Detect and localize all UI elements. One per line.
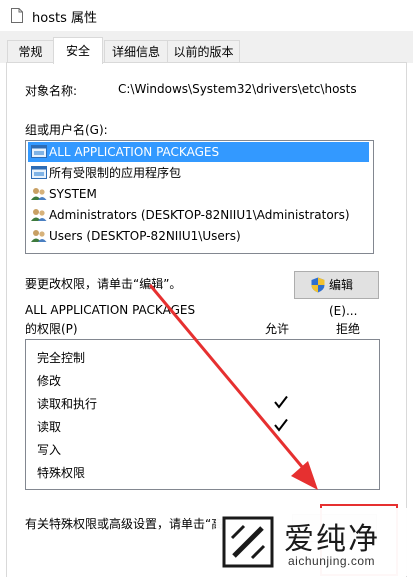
allow-read-execute-check-icon xyxy=(274,395,288,409)
allow-column-header: 允许 xyxy=(265,322,290,336)
watermark-logo-icon xyxy=(222,516,274,568)
app-packages-icon xyxy=(31,145,47,158)
permissions-header-line2: 的权限(P) xyxy=(25,322,78,336)
permission-modify: 修改 xyxy=(37,374,62,388)
permission-special: 特殊权限 xyxy=(37,466,86,480)
tab-general[interactable]: 常规 xyxy=(7,40,54,63)
users-icon xyxy=(31,188,47,200)
document-icon xyxy=(11,8,23,23)
tab-security[interactable]: 安全 xyxy=(53,37,103,64)
list-item-users[interactable]: Users (DESKTOP-82NIIU1\Users) xyxy=(28,226,369,246)
list-item-all-app-packages[interactable]: ALL APPLICATION PACKAGES xyxy=(28,142,369,162)
change-permissions-hint: 要更改权限，请单击“编辑”。 xyxy=(25,277,182,291)
object-name-label: 对象名称: xyxy=(25,84,78,98)
permission-read-execute: 读取和执行 xyxy=(37,397,98,411)
tab-strip: 常规 安全 详细信息 以前的版本 xyxy=(0,31,413,64)
tab-details[interactable]: 详细信息 xyxy=(104,40,168,63)
users-icon xyxy=(31,209,47,221)
permissions-header-line1: ALL APPLICATION PACKAGES xyxy=(25,303,196,317)
watermark-url: aichunjing.com xyxy=(288,554,376,568)
uac-shield-icon xyxy=(311,277,325,293)
object-name-value: C:\Windows\System32\drivers\etc\hosts xyxy=(118,82,357,96)
permission-full-control: 完全控制 xyxy=(37,351,86,365)
users-icon xyxy=(31,230,47,242)
list-item-restricted-app-packages[interactable]: 所有受限制的应用程序包 xyxy=(28,163,369,183)
permissions-list: 完全控制 修改 读取和执行 读取 写入 特殊权限 xyxy=(25,339,380,490)
permission-write: 写入 xyxy=(37,443,62,457)
title-bar: hosts 属性 xyxy=(0,0,413,32)
groups-label: 组或用户名(G): xyxy=(25,123,108,137)
permission-read: 读取 xyxy=(37,420,62,434)
edit-button[interactable]: 编辑(E)... xyxy=(294,271,379,318)
advanced-settings-hint: 有关特殊权限或高级设置，请单击“高 xyxy=(25,517,224,531)
watermark: 爱纯净 aichunjing.com xyxy=(216,508,413,576)
allow-read-check-icon xyxy=(274,418,288,432)
app-packages-icon xyxy=(31,166,47,179)
groups-list[interactable]: ALL APPLICATION PACKAGES 所有受限制的应用程序包 SYS… xyxy=(25,140,374,254)
list-item-system[interactable]: SYSTEM xyxy=(28,184,369,204)
watermark-text: 爱纯净 xyxy=(284,522,380,557)
tab-previous-versions[interactable]: 以前的版本 xyxy=(167,40,240,63)
list-item-administrators[interactable]: Administrators (DESKTOP-82NIIU1\Administ… xyxy=(28,205,369,225)
window-title: hosts 属性 xyxy=(32,11,97,26)
deny-column-header: 拒绝 xyxy=(336,322,361,336)
